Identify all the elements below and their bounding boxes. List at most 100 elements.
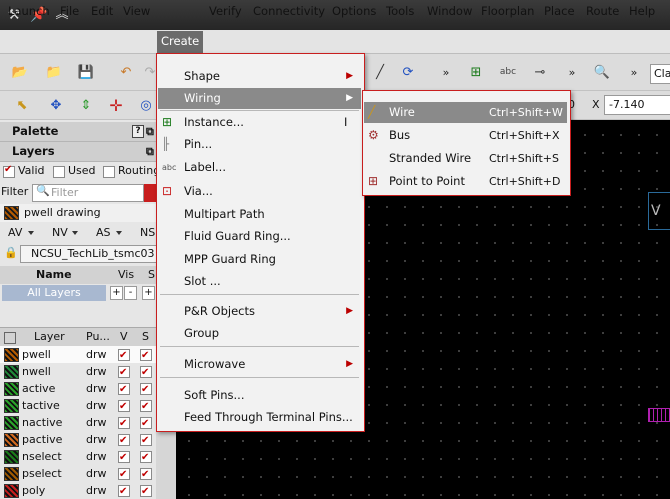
label-icon[interactable]: abc — [498, 62, 518, 82]
layer-visible-checkbox[interactable] — [118, 415, 130, 432]
layer-visible-checkbox[interactable] — [118, 398, 130, 415]
layer-row[interactable]: pactive drw — [0, 431, 156, 449]
menu-view[interactable]: View — [123, 4, 150, 21]
select-arrow-icon[interactable]: ⬉ — [12, 95, 32, 115]
layer-select-checkbox[interactable] — [140, 466, 152, 483]
menu-connectivity[interactable]: Connectivity — [253, 4, 325, 21]
create-menu-item[interactable]: Group — [158, 323, 361, 344]
float-icon[interactable]: ⧉ — [146, 122, 154, 141]
save-icon[interactable]: 💾 — [76, 62, 96, 82]
wiring-menu-item[interactable]: ⊞ Point to Point Ctrl+Shift+D — [364, 171, 567, 192]
create-menu-item[interactable]: MPP Guard Ring — [158, 249, 361, 270]
layer-visible-checkbox[interactable] — [118, 432, 130, 449]
menu-route[interactable]: Route — [586, 4, 619, 21]
menu-file[interactable]: File — [60, 4, 79, 21]
create-menu-item[interactable]: Slot ... — [158, 271, 361, 292]
current-layer-row[interactable]: pwell drawing — [0, 204, 156, 222]
nv-button[interactable]: NV — [52, 226, 68, 239]
create-menu-item[interactable]: Wiring ▶ — [158, 88, 361, 109]
open-folder-icon[interactable]: 📂 — [10, 62, 30, 82]
coord-y-field[interactable]: -7.140 — [604, 95, 670, 115]
as-button[interactable]: AS — [96, 226, 111, 239]
layer-select-checkbox[interactable] — [140, 364, 152, 381]
layer-visible-checkbox[interactable] — [118, 466, 130, 483]
layer-row[interactable]: pwell drw — [0, 346, 156, 364]
float-icon-2[interactable]: ⧉ — [146, 142, 154, 161]
layer-select-checkbox[interactable] — [140, 483, 152, 499]
zoom-icon[interactable]: 🔍 — [592, 62, 612, 82]
overflow-chevron-icon-3[interactable]: » — [624, 62, 644, 82]
create-menu-item[interactable]: ⊞ Instance... I — [158, 112, 361, 133]
create-menu-item[interactable]: Soft Pins... — [158, 385, 361, 406]
layer-row[interactable]: pselect drw — [0, 465, 156, 483]
canvas-instance-box[interactable]: V — [648, 192, 670, 230]
all-visible-plus[interactable]: + — [110, 286, 123, 300]
routing-checkbox[interactable] — [103, 166, 115, 178]
refresh-icon[interactable]: ⟳ — [398, 62, 418, 82]
crosshair-icon[interactable]: ✛ — [106, 95, 126, 115]
valid-checkbox[interactable] — [3, 164, 15, 178]
canvas-shape[interactable] — [648, 408, 670, 422]
ns-button[interactable]: NS — [140, 226, 155, 239]
create-menu-item[interactable]: Microwave ▶ — [158, 354, 361, 375]
create-menu-item[interactable]: ⊡ Via... — [158, 181, 361, 202]
layer-select-checkbox[interactable] — [140, 415, 152, 432]
menu-place[interactable]: Place — [544, 4, 575, 21]
help-icon[interactable]: ? — [132, 125, 144, 138]
overflow-chevron-icon[interactable]: » — [436, 62, 456, 82]
layer-select-checkbox[interactable] — [140, 432, 152, 449]
layer-visible-checkbox[interactable] — [118, 381, 130, 398]
used-checkbox[interactable] — [53, 166, 65, 178]
av-button[interactable]: AV — [8, 226, 22, 239]
layer-select-checkbox[interactable] — [140, 347, 152, 364]
add-instance-icon[interactable]: ⊞ — [466, 62, 486, 82]
stretch-icon[interactable]: ⇕ — [76, 95, 96, 115]
all-select-plus[interactable]: + — [142, 286, 155, 300]
menu-create[interactable]: Create — [157, 31, 204, 53]
wire-tool-icon[interactable]: ╱ — [370, 62, 390, 82]
wiring-menu-item[interactable]: Stranded Wire Ctrl+Shift+S — [364, 148, 567, 169]
overflow-chevron-icon-2[interactable]: » — [562, 62, 582, 82]
ruler-icon[interactable]: ◎ — [136, 95, 156, 115]
menu-options[interactable]: Options — [332, 4, 376, 21]
filter-input[interactable]: 🔍 Filter — [32, 184, 144, 202]
filter-dropdown-button[interactable] — [144, 184, 156, 202]
create-menu-item[interactable]: Feed Through Terminal Pins... — [158, 407, 361, 428]
menu-verify[interactable]: Verify — [209, 4, 242, 21]
move-icon[interactable]: ✥ — [46, 95, 66, 115]
create-menu-item[interactable]: P&R Objects ▶ — [158, 301, 361, 322]
menu-tools[interactable]: Tools — [386, 4, 414, 21]
layer-row[interactable]: poly drw — [0, 482, 156, 499]
menu-window[interactable]: Window — [427, 4, 472, 21]
layer-row[interactable]: nactive drw — [0, 414, 156, 432]
layer-row[interactable]: nwell drw — [0, 363, 156, 381]
layer-row[interactable]: nselect drw — [0, 448, 156, 466]
techlib-select[interactable]: NCSU_TechLib_tsmc03 — [20, 245, 156, 263]
create-menu-item[interactable]: ╟ Pin... — [158, 134, 361, 155]
av-dropdown-icon[interactable] — [28, 231, 34, 235]
undo-icon[interactable]: ↶ — [116, 62, 136, 82]
create-menu-item[interactable]: Fluid Guard Ring... — [158, 226, 361, 247]
layer-select-checkbox[interactable] — [140, 381, 152, 398]
menu-help[interactable]: Help — [629, 4, 655, 21]
layer-select-checkbox[interactable] — [140, 398, 152, 415]
menu-launch[interactable]: Launch — [8, 4, 50, 21]
all-layers-row[interactable]: All Layers — [2, 285, 106, 301]
pin-tool-icon[interactable]: ⊸ — [530, 62, 550, 82]
layer-row[interactable]: tactive drw — [0, 397, 156, 415]
layer-visible-checkbox[interactable] — [118, 449, 130, 466]
all-visible-minus[interactable]: - — [124, 286, 137, 300]
layer-select-checkbox[interactable] — [140, 449, 152, 466]
create-menu-item[interactable]: Shape ▶ — [158, 66, 361, 87]
layer-visible-checkbox[interactable] — [118, 347, 130, 364]
folder-icon[interactable]: 📁 — [44, 62, 64, 82]
cell-name-field[interactable]: Cla — [650, 64, 670, 84]
create-menu-item[interactable]: Multipart Path — [158, 204, 361, 225]
wiring-menu-item[interactable]: ╱ Wire Ctrl+Shift+W — [364, 102, 567, 123]
nv-dropdown-icon[interactable] — [72, 231, 78, 235]
menu-edit[interactable]: Edit — [91, 4, 113, 21]
wiring-menu-item[interactable]: ⚙ Bus Ctrl+Shift+X — [364, 125, 567, 146]
layer-visible-checkbox[interactable] — [118, 364, 130, 381]
as-dropdown-icon[interactable] — [116, 231, 122, 235]
layer-row[interactable]: active drw — [0, 380, 156, 398]
